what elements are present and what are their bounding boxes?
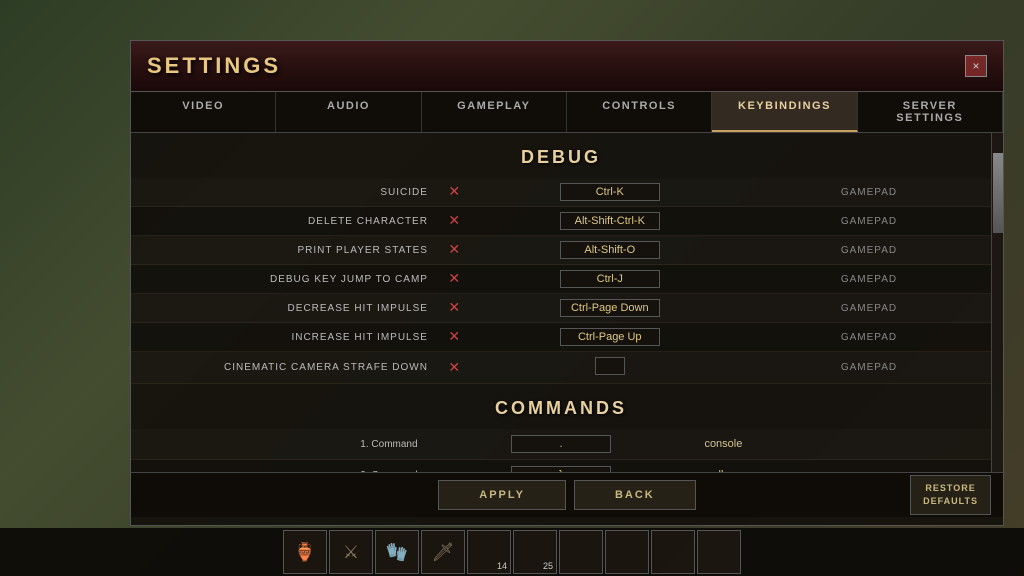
main-panel: DEBUG SUICIDE ✕ Ctrl-K GAMEPAD DELETE CH… (131, 133, 991, 472)
scrollbar-track[interactable] (991, 133, 1003, 472)
keybind-row-cinematic-strafe: CINEMATIC CAMERA STRAFE DOWN ✕ GAMEPAD (131, 352, 991, 384)
clear-increase-impulse[interactable]: ✕ (436, 323, 473, 352)
keybind-row-print-states: PRINT PLAYER STATES ✕ Alt-Shift-O GAMEPA… (131, 236, 991, 265)
restore-defaults-button[interactable]: RESTORE DEFAULTS (910, 475, 991, 514)
hotbar-slot-6[interactable]: 25 (513, 530, 557, 574)
key-jump-to-camp[interactable]: Ctrl-J (473, 265, 747, 294)
gamepad-increase-impulse: GAMEPAD (747, 323, 991, 352)
commands-table: 1. Command . console 2. Command } walk 3… (131, 429, 991, 472)
tab-server-settings[interactable]: SERVER SETTINGS (858, 92, 1003, 132)
hotbar-slot-7[interactable] (559, 530, 603, 574)
clear-icon: ✕ (448, 241, 460, 257)
action-jump-to-camp: DEBUG KEY JUMP TO CAMP (131, 265, 436, 294)
scrollbar-thumb[interactable] (993, 153, 1003, 233)
clear-icon: ✕ (448, 359, 460, 375)
bottom-bar: APPLY BACK RESTORE DEFAULTS (131, 472, 1003, 517)
apply-button[interactable]: APPLY (438, 480, 566, 510)
hotbar-slot-1[interactable]: 🏺 (283, 530, 327, 574)
key-box: Alt-Shift-Ctrl-K (560, 212, 660, 230)
slot-icon-4: 🗡 (432, 542, 455, 563)
hotbar-slot-2[interactable]: ⚔ (329, 530, 373, 574)
gamepad-print-states: GAMEPAD (747, 236, 991, 265)
action-print-states: PRINT PLAYER STATES (131, 236, 436, 265)
hotbar-count-6: 25 (543, 561, 553, 571)
command-row-1: 1. Command . console (131, 429, 991, 460)
cmd-key-1[interactable]: . (428, 429, 695, 460)
cmd-name-1: 1. Command (131, 429, 428, 460)
back-button[interactable]: BACK (574, 480, 696, 510)
key-cinematic-strafe[interactable] (473, 352, 747, 384)
slot-icon-3: 🧤 (386, 542, 408, 563)
key-box: Ctrl-K (560, 183, 660, 201)
hotbar-slot-5[interactable]: 14 (467, 530, 511, 574)
key-delete-char[interactable]: Alt-Shift-Ctrl-K (473, 207, 747, 236)
tab-gameplay[interactable]: GAMEPLAY (422, 92, 567, 132)
cmd-key-box: . (511, 435, 611, 453)
keybind-row-delete-char: DELETE CHARACTER ✕ Alt-Shift-Ctrl-K GAME… (131, 207, 991, 236)
keybind-row-jump-to-camp: DEBUG KEY JUMP TO CAMP ✕ Ctrl-J GAMEPAD (131, 265, 991, 294)
close-button[interactable]: × (965, 55, 987, 77)
action-delete-char: DELETE CHARACTER (131, 207, 436, 236)
debug-section-header: DEBUG (131, 133, 991, 178)
clear-cinematic-strafe[interactable]: ✕ (436, 352, 473, 384)
hotbar: 🏺 ⚔ 🧤 🗡 14 25 (0, 528, 1024, 576)
gamepad-jump-to-camp: GAMEPAD (747, 265, 991, 294)
settings-title: SETTINGS (147, 53, 281, 79)
gamepad-decrease-impulse: GAMEPAD (747, 294, 991, 323)
debug-table: SUICIDE ✕ Ctrl-K GAMEPAD DELETE CHARACTE… (131, 178, 991, 384)
key-box: Alt-Shift-O (560, 241, 660, 259)
hotbar-slot-9[interactable] (651, 530, 695, 574)
gamepad-delete-char: GAMEPAD (747, 207, 991, 236)
cmd-value-2: walk (694, 460, 991, 473)
title-bar: SETTINGS × (131, 41, 1003, 92)
clear-jump-to-camp[interactable]: ✕ (436, 265, 473, 294)
hotbar-slot-8[interactable] (605, 530, 649, 574)
action-increase-impulse: INCREASE HIT IMPULSE (131, 323, 436, 352)
key-box: Ctrl-J (560, 270, 660, 288)
gamepad-suicide: GAMEPAD (747, 178, 991, 207)
clear-icon: ✕ (448, 183, 460, 199)
key-box: Ctrl-Page Up (560, 328, 660, 346)
slot-icon-2: ⚔ (343, 542, 359, 563)
cmd-name-2: 2. Command (131, 460, 428, 473)
clear-icon: ✕ (448, 212, 460, 228)
clear-decrease-impulse[interactable]: ✕ (436, 294, 473, 323)
key-print-states[interactable]: Alt-Shift-O (473, 236, 747, 265)
key-suicide[interactable]: Ctrl-K (473, 178, 747, 207)
clear-icon: ✕ (448, 328, 460, 344)
keybind-row-suicide: SUICIDE ✕ Ctrl-K GAMEPAD (131, 178, 991, 207)
tab-video[interactable]: VIDEO (131, 92, 276, 132)
tab-audio[interactable]: AUDIO (276, 92, 421, 132)
tab-keybindings[interactable]: KEYBINDINGS (712, 92, 857, 132)
settings-window: SETTINGS × VIDEO AUDIO GAMEPLAY CONTROLS… (130, 40, 1004, 526)
action-suicide: SUICIDE (131, 178, 436, 207)
cmd-value-1: console (694, 429, 991, 460)
command-row-2: 2. Command } walk (131, 460, 991, 473)
hotbar-slot-10[interactable] (697, 530, 741, 574)
hotbar-slot-4[interactable]: 🗡 (421, 530, 465, 574)
key-decrease-impulse[interactable]: Ctrl-Page Down (473, 294, 747, 323)
keybind-row-decrease-impulse: DECREASE HIT IMPULSE ✕ Ctrl-Page Down GA… (131, 294, 991, 323)
slot-icon-1: 🏺 (294, 542, 316, 563)
hotbar-count-5: 14 (497, 561, 507, 571)
tab-controls[interactable]: CONTROLS (567, 92, 712, 132)
tab-bar: VIDEO AUDIO GAMEPLAY CONTROLS KEYBINDING… (131, 92, 1003, 133)
key-box: Ctrl-Page Down (560, 299, 660, 317)
key-increase-impulse[interactable]: Ctrl-Page Up (473, 323, 747, 352)
clear-icon: ✕ (448, 270, 460, 286)
action-cinematic-strafe: CINEMATIC CAMERA STRAFE DOWN (131, 352, 436, 384)
keybind-row-increase-impulse: INCREASE HIT IMPULSE ✕ Ctrl-Page Up GAME… (131, 323, 991, 352)
gamepad-cinematic-strafe: GAMEPAD (747, 352, 991, 384)
cmd-key-2[interactable]: } (428, 460, 695, 473)
clear-print-states[interactable]: ✕ (436, 236, 473, 265)
clear-delete-char[interactable]: ✕ (436, 207, 473, 236)
action-decrease-impulse: DECREASE HIT IMPULSE (131, 294, 436, 323)
content-area: DEBUG SUICIDE ✕ Ctrl-K GAMEPAD DELETE CH… (131, 133, 1003, 472)
commands-section-header: COMMANDS (131, 384, 991, 429)
clear-suicide[interactable]: ✕ (436, 178, 473, 207)
clear-icon: ✕ (448, 299, 460, 315)
hotbar-slot-3[interactable]: 🧤 (375, 530, 419, 574)
empty-key-box (595, 357, 625, 375)
